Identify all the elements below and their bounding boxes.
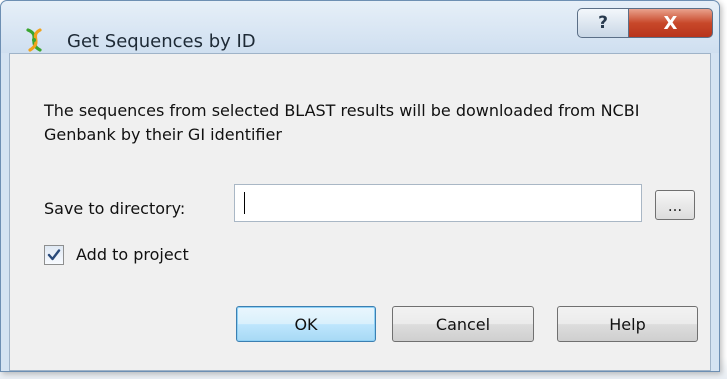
add-to-project-checkbox[interactable] — [44, 245, 64, 265]
title-close-button[interactable]: X — [628, 8, 713, 38]
title-bar[interactable]: Get Sequences by ID ? X — [1, 1, 719, 53]
add-to-project-label[interactable]: Add to project — [76, 245, 189, 264]
checkmark-icon — [47, 249, 61, 261]
window-title: Get Sequences by ID — [67, 31, 256, 52]
ugene-helix-icon — [23, 27, 49, 53]
help-button[interactable]: Help — [557, 306, 698, 342]
cancel-button[interactable]: Cancel — [392, 306, 534, 342]
save-directory-input[interactable] — [234, 184, 642, 222]
save-directory-label: Save to directory: — [44, 199, 186, 218]
text-caret — [244, 192, 245, 214]
dialog-content: The sequences from selected BLAST result… — [9, 53, 711, 371]
description-text: The sequences from selected BLAST result… — [44, 101, 640, 144]
dialog-window: Get Sequences by ID ? X The sequences fr… — [0, 0, 720, 372]
browse-directory-button[interactable]: ... — [655, 190, 695, 220]
title-help-button[interactable]: ? — [577, 8, 629, 38]
screen: Get Sequences by ID ? X The sequences fr… — [0, 0, 727, 379]
question-mark-icon: ? — [598, 13, 608, 33]
ok-button[interactable]: OK — [236, 306, 376, 342]
close-icon: X — [663, 12, 678, 34]
